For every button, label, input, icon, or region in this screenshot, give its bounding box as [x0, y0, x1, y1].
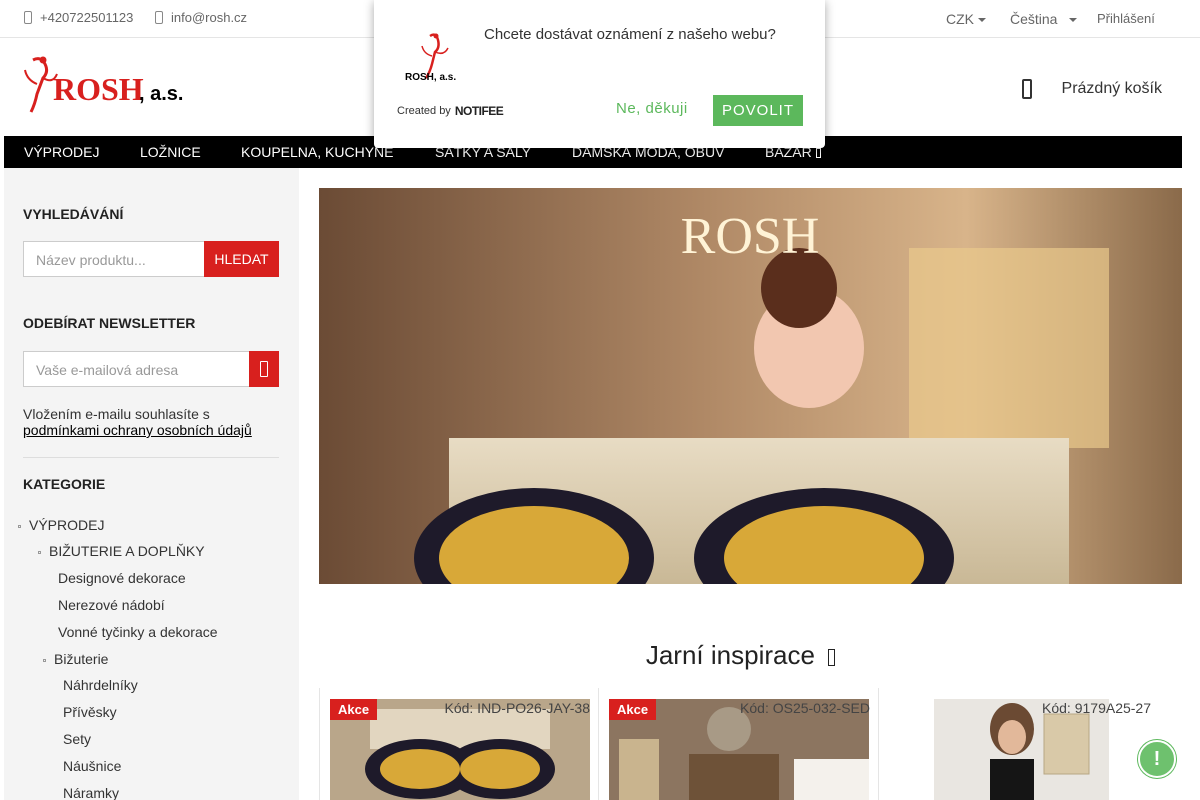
category-item[interactable]: Vonné tyčinky a dekorace — [58, 624, 218, 640]
popup-logo-text: ROSH, a.s. — [405, 72, 457, 83]
phone-contact[interactable]: +420722501123 — [24, 10, 133, 25]
category-item[interactable]: Designové dekorace — [58, 570, 186, 586]
allow-button[interactable]: POVOLIT — [713, 95, 803, 126]
svg-text:ROSH: ROSH — [53, 71, 144, 107]
svg-text:, a.s.: , a.s. — [139, 83, 183, 105]
nav-item-vyprodej[interactable]: VÝPRODEJ — [24, 144, 99, 160]
hero-banner[interactable]: ROSH — [319, 188, 1182, 584]
currency-dropdown[interactable]: CZK — [946, 11, 986, 27]
product-list: Akce Kód: IND-PO26-JAY-38 Akce Kód: OS25… — [319, 688, 1182, 800]
language-dropdown[interactable]: Čeština — [1010, 11, 1078, 27]
cart-button[interactable]: Prázdný košík — [1021, 79, 1162, 99]
external-icon — [815, 148, 821, 159]
categories-heading: KATEGORIE — [23, 476, 106, 492]
chevron-down-icon — [978, 18, 986, 23]
email-contact[interactable]: info@rosh.cz — [155, 10, 247, 25]
bullet-icon — [43, 658, 46, 662]
product-code: Kód: 9179A25-27 — [1042, 700, 1151, 716]
category-item[interactable]: Náušnice — [63, 758, 121, 774]
created-by-label: Created by — [397, 105, 451, 117]
product-card[interactable]: Kód: 9179A25-27 — [879, 688, 1159, 800]
category-item[interactable]: Přívěsky — [63, 704, 117, 720]
consent-label: Vložením e-mailu souhlasíte s — [23, 406, 210, 422]
bullet-icon — [38, 550, 41, 554]
notification-bell-icon[interactable]: ! — [1138, 740, 1176, 778]
site-logo[interactable]: ROSH , a.s. — [23, 54, 183, 116]
chevron-down-icon — [1069, 18, 1078, 23]
language-label: Čeština — [1010, 11, 1058, 27]
section-title-text: Jarní inspirace — [645, 640, 815, 670]
sidebar: VYHLEDÁVÁNÍ Název produktu... HLEDAT ODE… — [4, 168, 299, 800]
login-link[interactable]: Přihlášení — [1097, 11, 1155, 26]
bullet-icon — [18, 524, 21, 528]
search-button[interactable]: HLEDAT — [204, 241, 279, 277]
newsletter-submit-button[interactable] — [249, 351, 279, 387]
category-item[interactable]: Bižuterie — [43, 651, 108, 667]
divider — [23, 457, 279, 458]
category-item[interactable]: Náhrdelníky — [63, 677, 138, 693]
envelope-icon — [260, 361, 268, 377]
email-address[interactable]: info@rosh.cz — [171, 10, 247, 25]
currency-label: CZK — [946, 11, 974, 27]
nav-item-koupelna[interactable]: KOUPELNA, KUCHYNĚ — [241, 144, 393, 160]
consent-text: Vložením e-mailu souhlasíte s podmínkami… — [23, 406, 273, 438]
banner-title: ROSH — [681, 208, 820, 265]
arrow-right-icon — [828, 648, 836, 666]
category-item[interactable]: BIŽUTERIE A DOPLŇKY — [38, 543, 205, 559]
product-code: Kód: OS25-032-SED — [740, 700, 870, 716]
search-heading: VYHLEDÁVÁNÍ — [23, 206, 124, 222]
shopping-bag-icon — [1021, 79, 1032, 99]
created-by: Created by NOTIFEE — [397, 104, 504, 118]
category-item[interactable]: Sety — [63, 731, 91, 747]
category-label: Bižuterie — [54, 651, 109, 667]
newsletter-heading: ODEBÍRAT NEWSLETTER — [23, 315, 196, 331]
product-code: Kód: IND-PO26-JAY-38 — [444, 700, 590, 716]
nav-item-loznice[interactable]: LOŽNICE — [140, 144, 201, 160]
category-item[interactable]: Náramky — [63, 785, 119, 800]
notifee-logo[interactable]: NOTIFEE — [455, 104, 504, 118]
product-card[interactable]: Akce Kód: IND-PO26-JAY-38 — [319, 688, 599, 800]
popup-logo: ROSH, a.s. — [402, 30, 466, 86]
sale-badge: Akce — [609, 699, 657, 720]
privacy-link[interactable]: podmínkami ochrany osobních údajů — [23, 422, 252, 438]
category-label: VÝPRODEJ — [29, 517, 105, 533]
email-icon — [155, 11, 163, 24]
phone-icon — [24, 11, 32, 24]
cart-label: Prázdný košík — [1061, 80, 1162, 97]
category-label: BIŽUTERIE A DOPLŇKY — [49, 543, 205, 559]
product-card[interactable]: Akce Kód: OS25-032-SED — [599, 688, 879, 800]
category-item[interactable]: Nerezové nádobí — [58, 597, 165, 613]
sale-badge: Akce — [330, 699, 378, 720]
notification-popup: ROSH, a.s. Chcete dostávat oznámení z na… — [374, 0, 825, 148]
newsletter-email-input[interactable]: Vaše e-mailová adresa — [23, 351, 250, 387]
category-item[interactable]: VÝPRODEJ — [18, 517, 104, 533]
search-input[interactable]: Název produktu... — [23, 241, 205, 277]
section-title: Jarní inspirace — [319, 640, 1162, 671]
decline-button[interactable]: Ne, děkuji — [616, 100, 688, 117]
phone-number[interactable]: +420722501123 — [40, 10, 133, 25]
popup-message: Chcete dostávat oznámení z našeho webu? — [484, 26, 776, 43]
